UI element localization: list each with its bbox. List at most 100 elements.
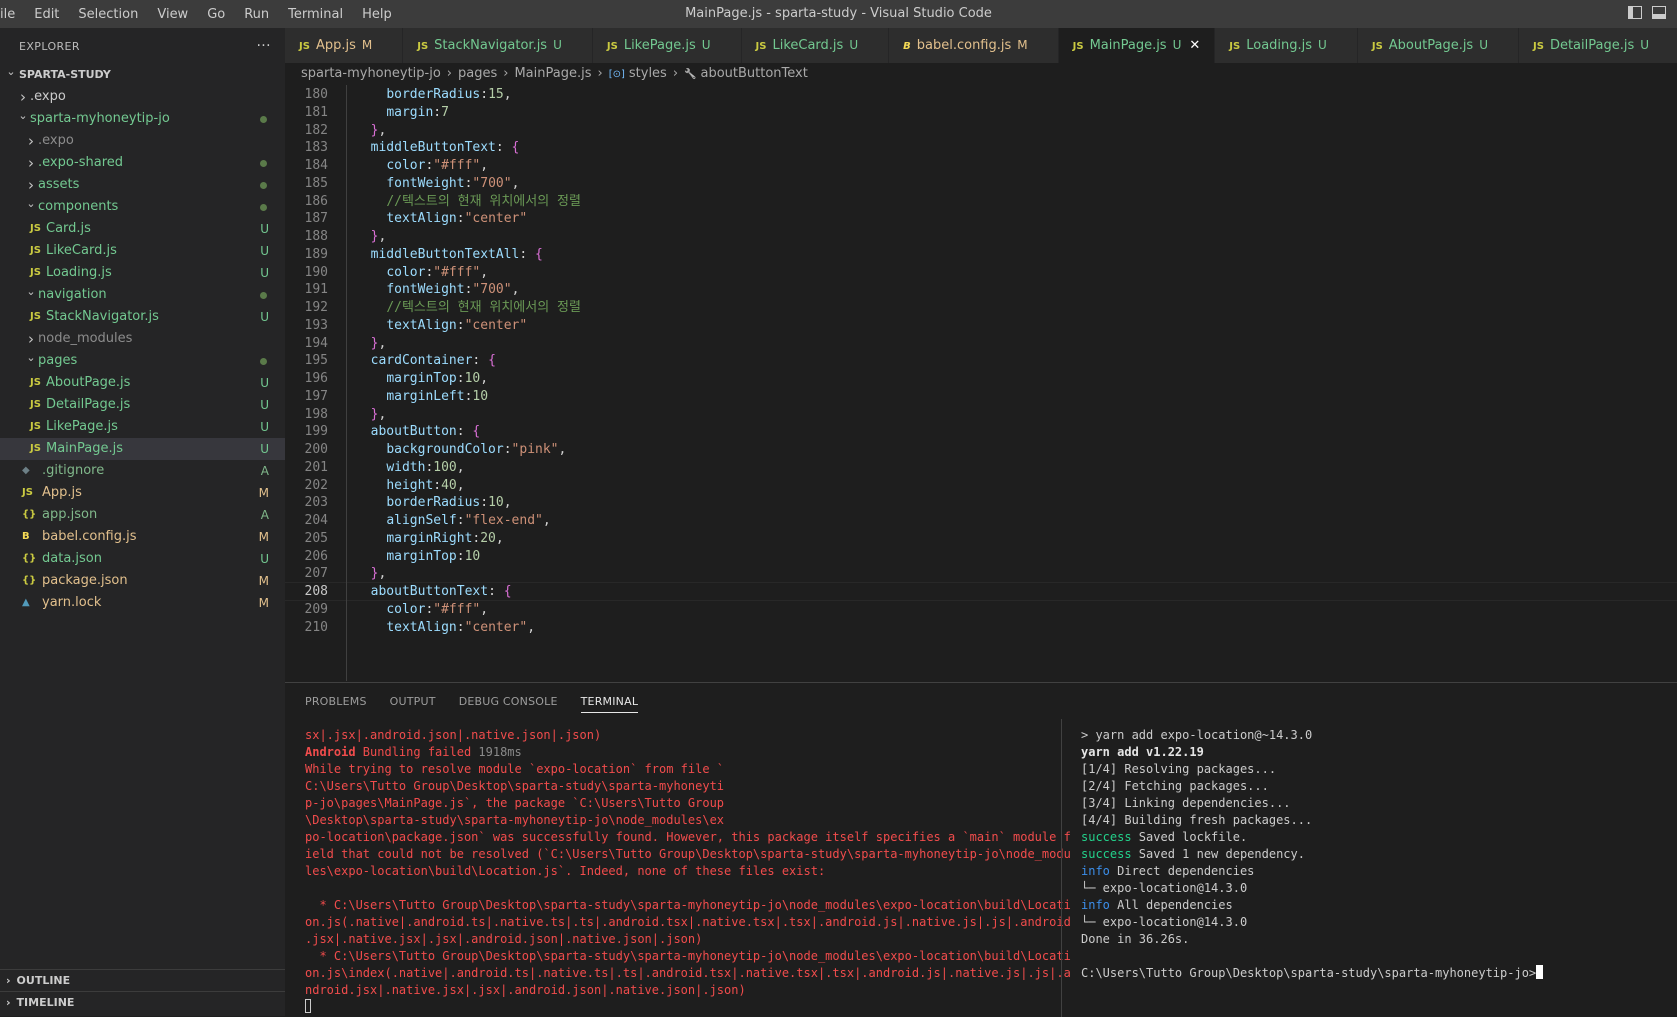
breadcrumb-item[interactable]: aboutButtonText: [700, 66, 807, 81]
file-item[interactable]: JS Card.js U: [0, 218, 285, 240]
folder-item[interactable]: ⌄ navigation: [0, 284, 285, 306]
code-text: height:40,: [386, 477, 465, 493]
breadcrumb-item[interactable]: styles: [629, 66, 667, 81]
line-number: 191: [304, 282, 328, 298]
panel-tab-output[interactable]: OUTPUT: [390, 695, 436, 708]
toggle-sidebar-icon[interactable]: [1628, 6, 1642, 19]
panel-tab-terminal[interactable]: TERMINAL: [580, 695, 639, 713]
menu-item-run[interactable]: Run: [234, 7, 278, 22]
git-status-badge: A: [260, 508, 269, 522]
file-item[interactable]: {} app.json A: [0, 504, 285, 526]
line-number: 197: [304, 388, 328, 404]
menu-item-selection[interactable]: Selection: [68, 7, 147, 22]
code-text: aboutButtonText: {: [370, 584, 512, 599]
breadcrumb-item[interactable]: pages: [458, 66, 497, 81]
tab-aboutpage-js[interactable]: JS AboutPage.js U: [1357, 28, 1520, 63]
terminal-right[interactable]: > yarn add expo-location@~14.3.0 yarn add…: [1081, 727, 1661, 982]
file-item[interactable]: ▲ yarn.lock M: [0, 592, 285, 614]
terminal-line: success Saved lockfile.: [1081, 829, 1661, 846]
tree-item-label: data.json: [42, 551, 102, 566]
git-status-badge: U: [260, 244, 269, 258]
terminal-line: [2/4] Fetching packages...: [1081, 778, 1661, 795]
tab-likepage-js[interactable]: JS LikePage.js U: [592, 28, 742, 63]
panel-tab-problems[interactable]: PROBLEMS: [305, 695, 367, 708]
file-tree: ⌄ SPARTA-STUDY › .expo ⌄ sparta-myhoneytip-jo…: [0, 64, 285, 614]
tab-status-badge: U: [1172, 38, 1182, 52]
folder-item[interactable]: › .expo: [0, 86, 285, 108]
menu-item-help[interactable]: Help: [352, 7, 401, 22]
menu-item-ile[interactable]: ile: [0, 7, 24, 22]
js-file-icon: JS: [1533, 41, 1544, 52]
code-editor[interactable]: 180 borderRadius:15, 181 margin:7 182 }, 18…: [285, 85, 1677, 681]
toggle-panel-icon[interactable]: [1652, 6, 1666, 19]
file-item[interactable]: JS Loading.js U: [0, 262, 285, 284]
terminal-line: Android Bundling failed 1918ms: [305, 744, 1045, 761]
file-item[interactable]: {} package.json M: [0, 570, 285, 592]
file-item[interactable]: JS LikePage.js U: [0, 416, 285, 438]
tree-item-label: DetailPage.js: [46, 397, 131, 412]
menu-item-view[interactable]: View: [147, 7, 197, 22]
breadcrumb-item[interactable]: MainPage.js: [514, 66, 591, 81]
breadcrumb-item[interactable]: sparta-myhoneytip-jo: [301, 66, 441, 81]
breadcrumb: sparta-myhoneytip-jo › pages › MainPage.js › […: [285, 63, 1677, 85]
tab-status-badge: U: [849, 38, 859, 52]
folder-item[interactable]: › node_modules: [0, 328, 285, 350]
code-text: textAlign:"center": [386, 317, 528, 333]
folder-item[interactable]: › assets: [0, 174, 285, 196]
terminal-line: \Desktop\sparta-study\sparta-myhoneytip-…: [305, 813, 725, 827]
chevron-down-icon: ⌄: [6, 65, 16, 78]
close-icon[interactable]: ✕: [1189, 38, 1200, 53]
tab-loading-js[interactable]: JS Loading.js U: [1215, 28, 1358, 63]
terminal-split-divider[interactable]: [1061, 719, 1062, 1017]
folder-item[interactable]: ⌄ SPARTA-STUDY: [0, 64, 285, 86]
terminal-line: └─ expo-location@14.3.0: [1081, 914, 1661, 931]
menu-item-go[interactable]: Go: [197, 7, 234, 22]
tab-babel-config-js[interactable]: Bbabel.config.js M: [889, 28, 1059, 63]
file-item[interactable]: JS App.js M: [0, 482, 285, 504]
folder-item[interactable]: ⌄ components: [0, 196, 285, 218]
folder-item[interactable]: › .expo: [0, 130, 285, 152]
file-item[interactable]: ◆ .gitignore A: [0, 460, 285, 482]
file-item[interactable]: {} data.json U: [0, 548, 285, 570]
symbol-property-icon: 🔧: [684, 69, 697, 80]
git-status-badge: M: [258, 486, 269, 500]
menu-item-edit[interactable]: Edit: [24, 7, 68, 22]
file-item[interactable]: JS MainPage.js U: [0, 438, 285, 460]
menu-item-terminal[interactable]: Terminal: [278, 7, 352, 22]
code-text: },: [370, 566, 387, 582]
outline-section[interactable]: › OUTLINE: [0, 969, 285, 992]
file-item[interactable]: JS DetailPage.js U: [0, 394, 285, 416]
tab-status-badge: M: [361, 38, 373, 52]
timeline-section[interactable]: › TIMELINE: [0, 991, 285, 1014]
file-item[interactable]: JS LikeCard.js U: [0, 240, 285, 262]
terminal-cursor: [1536, 965, 1544, 979]
tab-mainpage-js[interactable]: JS MainPage.js U ✕: [1058, 28, 1216, 63]
file-item[interactable]: JS AboutPage.js U: [0, 372, 285, 394]
file-item[interactable]: JS StackNavigator.js U: [0, 306, 285, 328]
tree-item-label: node_modules: [38, 331, 133, 346]
code-text: marginTop:10: [386, 548, 481, 564]
terminal-left[interactable]: sx|.jsx|.android.json|.native.json|.json…: [305, 727, 1071, 1016]
tab-stacknavigator-js[interactable]: JS StackNavigator.js U: [403, 28, 593, 63]
folder-item[interactable]: › .expo-shared: [0, 152, 285, 174]
js-file-icon: JS: [1371, 41, 1383, 52]
tree-item-label: .expo-shared: [38, 155, 124, 170]
terminal-line: po-location\package.json` was successful…: [305, 830, 1071, 844]
chevron-right-icon: ›: [28, 132, 34, 150]
more-actions-icon[interactable]: ···: [256, 38, 271, 54]
bundle-time: 1918ms: [478, 745, 522, 759]
tab-detailpage-js[interactable]: JS DetailPage.js U: [1519, 28, 1677, 63]
file-item[interactable]: Bbabel.config.js M: [0, 526, 285, 548]
code-text: },: [370, 335, 387, 351]
panel-tab-debug-console[interactable]: DEBUG CONSOLE: [459, 695, 558, 708]
line-number: 196: [304, 371, 328, 386]
folder-item[interactable]: ⌄ sparta-myhoneytip-jo: [0, 108, 285, 130]
tab-likecard-js[interactable]: JS LikeCard.js U: [741, 28, 890, 63]
indent-guide: [346, 85, 347, 681]
tab-status-badge: U: [553, 38, 562, 52]
code-text: fontWeight:"700",: [386, 175, 520, 191]
tab-app-js[interactable]: JS App.js M: [285, 28, 404, 63]
folder-item[interactable]: ⌄ pages: [0, 350, 285, 372]
outline-label: OUTLINE: [16, 974, 71, 987]
